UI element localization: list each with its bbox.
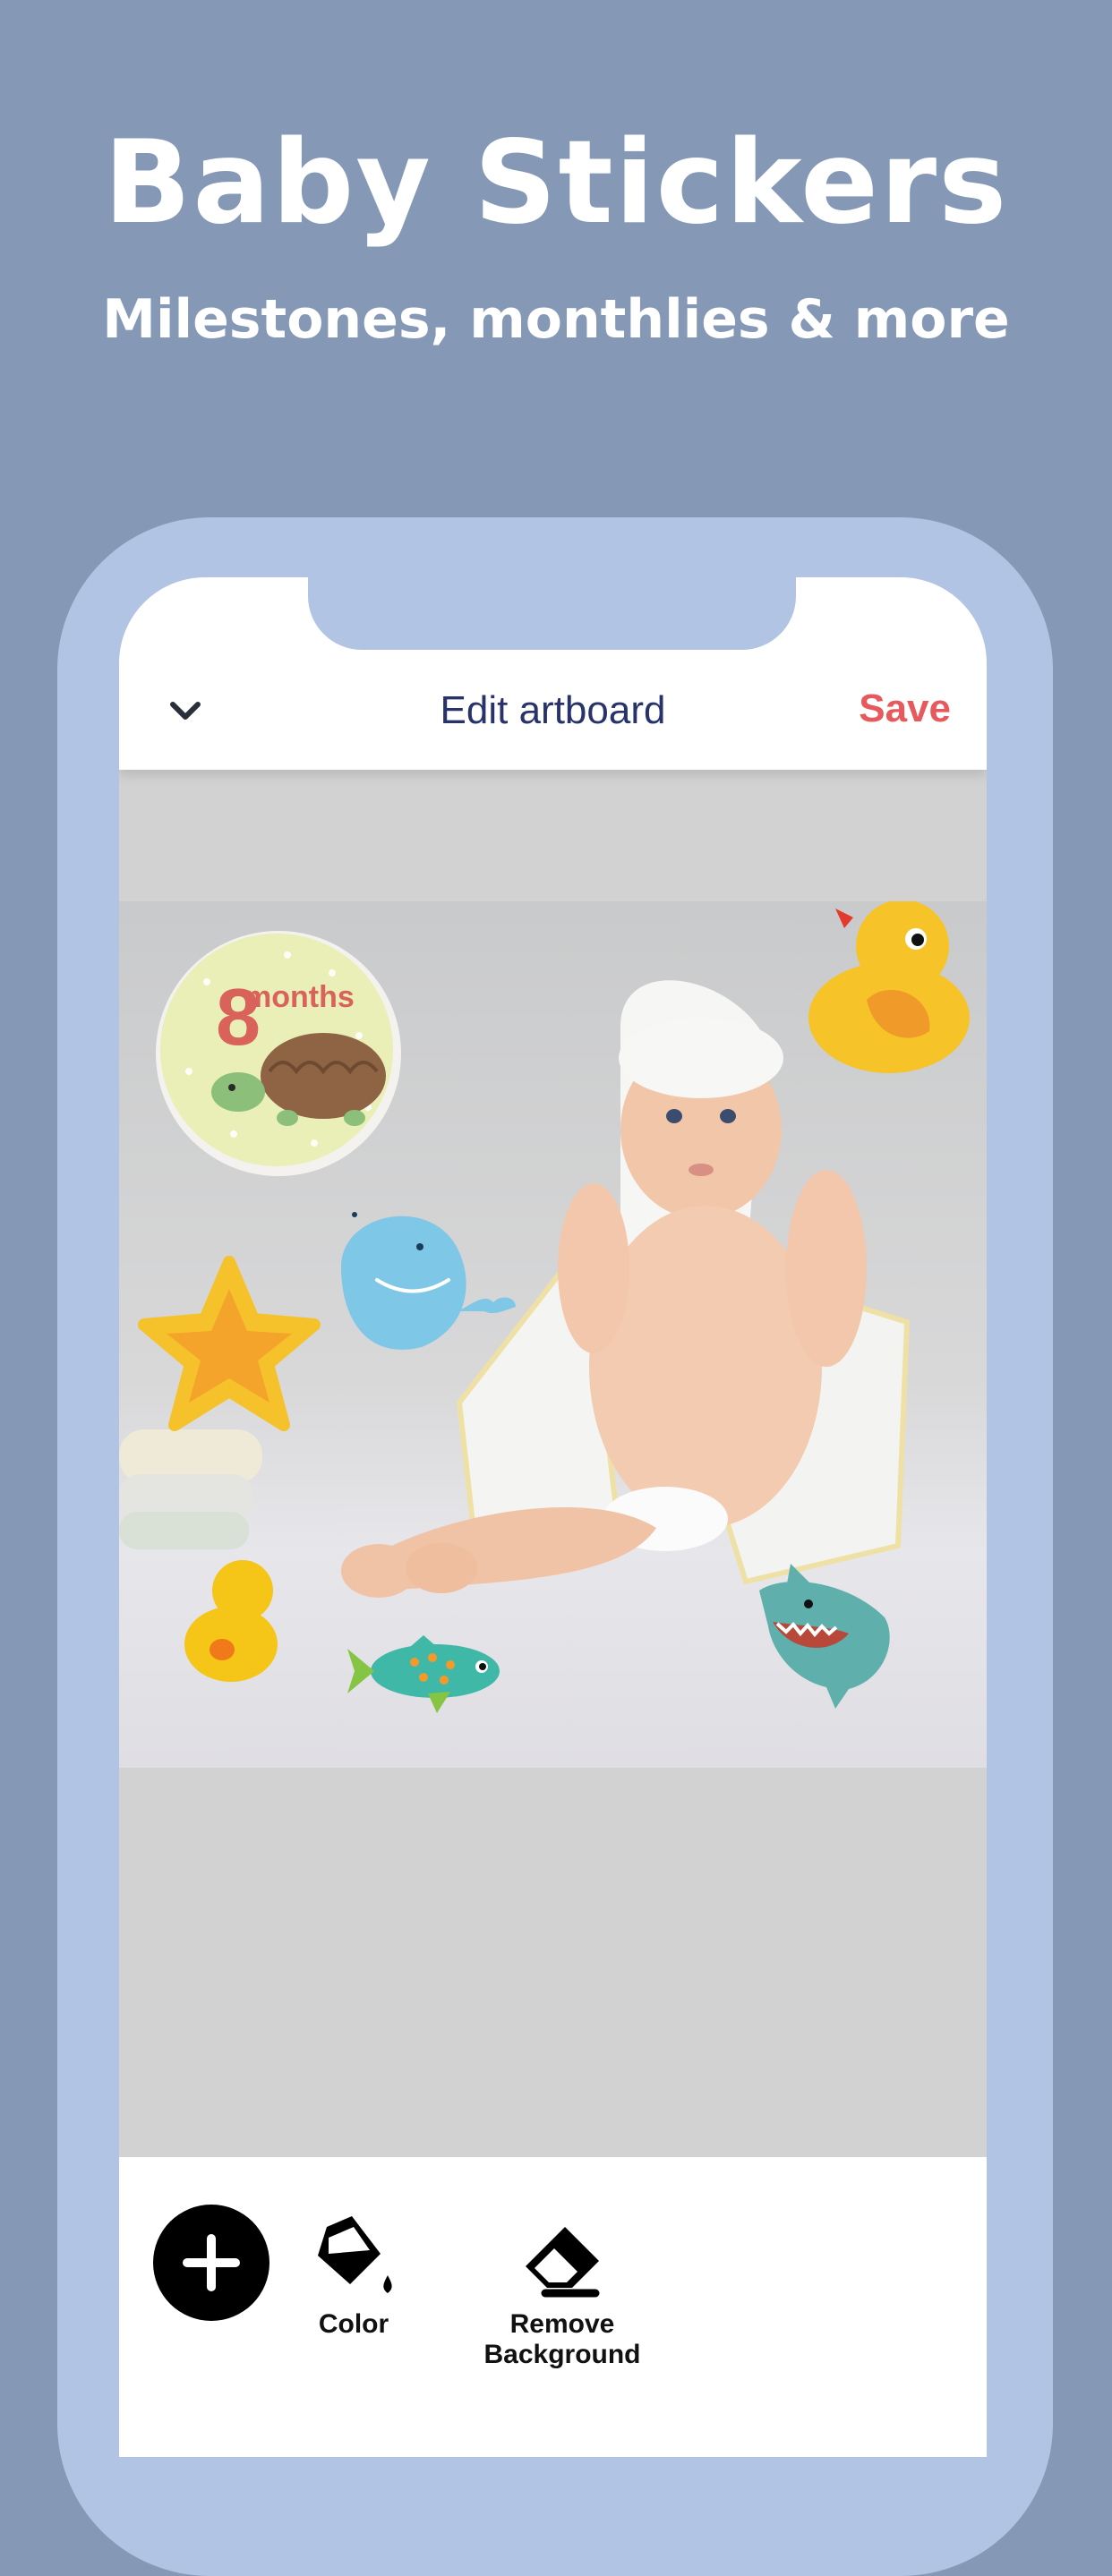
- milestone-word: months: [244, 980, 355, 1014]
- add-button[interactable]: [153, 2205, 269, 2321]
- artboard-canvas[interactable]: 8 months: [119, 901, 987, 1768]
- paint-bucket-icon: [318, 2216, 392, 2293]
- plus-icon: [183, 2234, 240, 2291]
- color-label: Color: [318, 2309, 389, 2339]
- remove-background-label: Remove Background: [483, 2309, 641, 2369]
- shark-sticker[interactable]: [750, 1555, 907, 1711]
- page-title: Edit artboard: [440, 688, 666, 732]
- milestone-sticker[interactable]: 8 months: [153, 928, 404, 1179]
- remove-background-tool[interactable]: Remove Background: [428, 2211, 697, 2370]
- save-button[interactable]: Save: [859, 687, 951, 731]
- color-tool[interactable]: Color: [309, 2211, 398, 2340]
- bottom-toolbar: Color Remove Background: [119, 2157, 987, 2457]
- duck-sticker[interactable]: [804, 901, 983, 1085]
- app-screen: Edit artboard Save 8 months Color Remove…: [119, 577, 987, 2457]
- fish-sticker[interactable]: [347, 1631, 509, 1716]
- phone-notch: [308, 564, 796, 650]
- promo-subline: Milestones, monthlies & more: [102, 288, 1010, 351]
- eraser-icon: [526, 2227, 600, 2298]
- star-sticker[interactable]: [135, 1255, 323, 1443]
- whale-sticker[interactable]: [323, 1195, 520, 1356]
- promo-headline: Baby Stickers: [103, 116, 1009, 250]
